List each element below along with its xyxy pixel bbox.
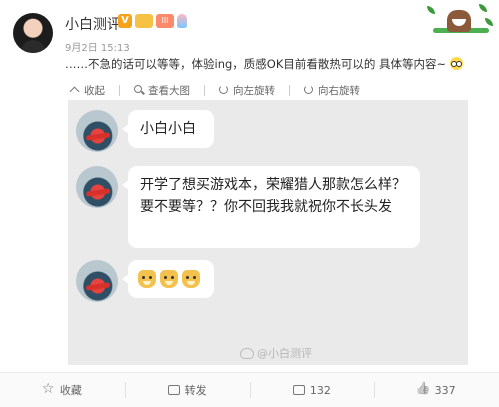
post-text-content: ……不急的话可以等等，体验ing，质感OK目前看散热可以的 具体等内容~ (65, 57, 447, 71)
chat-bubble: 开学了想买游戏本，荣耀猎人那款怎么样？要不要等？？你不回我我就祝你不长头发 (122, 166, 420, 248)
rotate-right-label: 向右旋转 (318, 84, 360, 97)
verified-badge[interactable]: V (118, 14, 132, 28)
like-count: 337 (434, 383, 456, 397)
chat-bubble: 小白小白 (122, 110, 214, 148)
comment-button[interactable]: 132 (249, 373, 375, 407)
chat-bubble (122, 260, 214, 298)
post-header: 小白测评 V lll 9月2日 15:13 (0, 0, 499, 54)
rotate-left-label: 向左旋转 (233, 84, 275, 97)
card-decoration-icon (425, 2, 495, 36)
divider (119, 84, 120, 96)
divider (289, 84, 290, 96)
watermark: @小白测评 (240, 345, 312, 361)
doge-emoji-icon (182, 270, 200, 288)
rotate-left-icon (219, 85, 229, 95)
favorite-label: 收藏 (59, 384, 82, 397)
favorite-button[interactable]: 收藏 (0, 373, 125, 407)
chat-avatar (76, 260, 118, 302)
user-badges: V lll (118, 14, 187, 28)
collapse-button[interactable]: 收起 (70, 83, 105, 98)
post-footer: 收藏 转发 132 337 (0, 372, 499, 407)
rotate-right-button[interactable]: 向右旋转 (304, 83, 360, 98)
chat-message: 小白小白 (140, 121, 196, 137)
post-image[interactable]: 小白小白 开学了想买游戏本，荣耀猎人那款怎么样？要不要等？？你不回我我就祝你不长… (68, 100, 468, 365)
repost-icon (167, 385, 180, 395)
zoom-icon (134, 85, 144, 95)
glasses-emoji-icon (449, 57, 463, 70)
post-text: ……不急的话可以等等，体验ing，质感OK目前看散热可以的 具体等内容~ (65, 56, 463, 72)
chat-avatar (76, 110, 118, 152)
view-large-label: 查看大图 (148, 84, 190, 97)
username[interactable]: 小白测评 (65, 14, 121, 34)
like-button[interactable]: 337 (374, 373, 499, 407)
post-time[interactable]: 9月2日 15:13 (65, 39, 130, 54)
comment-icon (292, 385, 305, 395)
star-icon (42, 381, 55, 397)
comment-count: 132 (309, 383, 331, 397)
doge-emoji-icon (160, 270, 178, 288)
rotate-left-button[interactable]: 向左旋转 (219, 83, 275, 98)
watermark-text: @小白测评 (257, 347, 312, 360)
divider (204, 84, 205, 96)
chat-avatar (76, 166, 118, 208)
collapse-label: 收起 (84, 84, 105, 97)
like-icon (418, 384, 430, 396)
lightbulb-badge-icon[interactable] (177, 14, 187, 28)
chat-message: 开学了想买游戏本，荣耀猎人那款怎么样？要不要等？？你不回我我就祝你不长头发 (140, 177, 406, 215)
doge-emoji-icon (138, 270, 156, 288)
weibo-logo-icon (240, 347, 254, 359)
rotate-right-icon (304, 85, 314, 95)
repost-button[interactable]: 转发 (124, 373, 250, 407)
image-toolbar: 收起 查看大图 向左旋转 向右旋转 (70, 81, 470, 99)
level-badge[interactable]: lll (156, 14, 174, 28)
view-large-button[interactable]: 查看大图 (134, 83, 190, 98)
collapse-icon (70, 85, 80, 95)
member-badge-icon[interactable] (135, 14, 153, 28)
repost-label: 转发 (184, 384, 207, 397)
avatar[interactable] (13, 13, 53, 53)
